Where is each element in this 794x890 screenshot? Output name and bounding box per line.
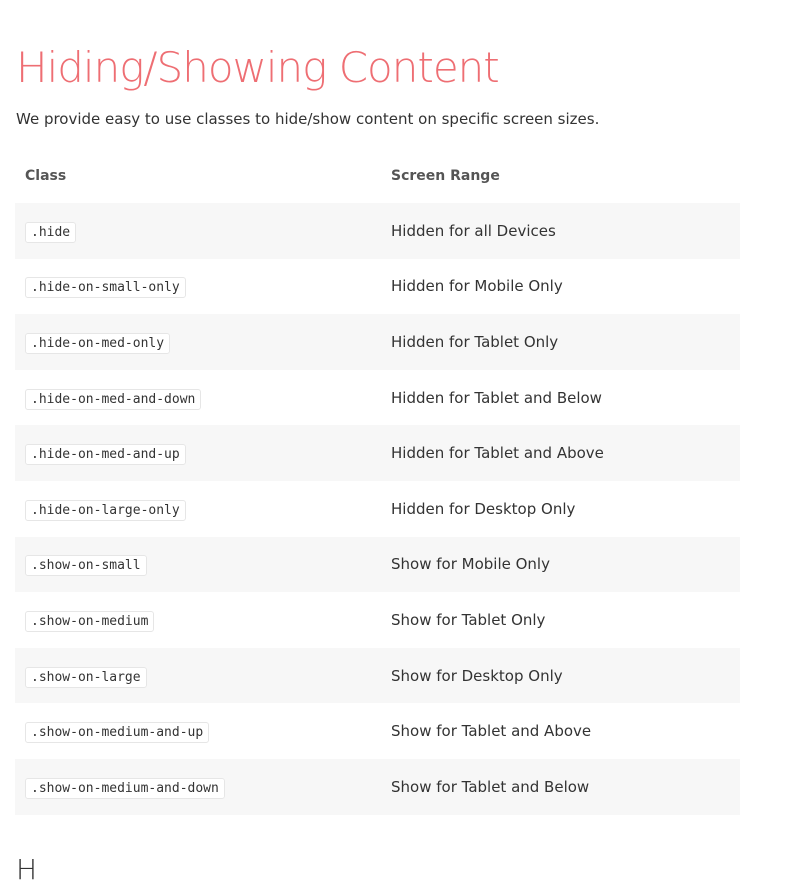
screen-range-cell: Show for Tablet Only	[391, 610, 546, 629]
screen-range-cell: Hidden for Desktop Only	[391, 499, 576, 518]
class-code: .hide-on-large-only	[25, 499, 186, 521]
class-cell: .hide-on-med-and-up	[15, 425, 381, 481]
table-row: .show-on-medium-and-up Show for Tablet a…	[15, 703, 740, 759]
class-cell: .show-on-large	[15, 648, 381, 704]
screen-range-cell: Show for Desktop Only	[391, 666, 563, 685]
table-row: .hide-on-med-and-down Hidden for Tablet …	[15, 370, 740, 426]
table-row: .hide Hidden for all Devices	[15, 203, 740, 259]
class-cell: .show-on-small	[15, 537, 381, 593]
table-row: .show-on-medium Show for Tablet Only	[15, 592, 740, 648]
class-code: .hide-on-med-and-down	[25, 388, 202, 410]
column-header-class: Class	[25, 167, 67, 184]
section-title: Hiding/Showing Content	[16, 43, 500, 92]
screen-range-cell: Hidden for Mobile Only	[391, 277, 563, 296]
table-row: .hide-on-small-only Hidden for Mobile On…	[15, 259, 740, 315]
class-cell: .show-on-medium	[15, 592, 381, 648]
class-code: .show-on-medium-and-up	[25, 722, 210, 744]
class-cell: .hide-on-small-only	[15, 259, 381, 315]
section-intro: We provide easy to use classes to hide/s…	[16, 110, 600, 128]
class-code: .show-on-medium-and-down	[25, 777, 225, 799]
class-cell: .hide-on-med-and-down	[15, 370, 381, 426]
table-row: .hide-on-large-only Hidden for Desktop O…	[15, 481, 740, 537]
screen-range-cell: Show for Mobile Only	[391, 555, 550, 574]
table-row: .show-on-large Show for Desktop Only	[15, 647, 740, 704]
table-row: .hide-on-med-and-up Hidden for Tablet an…	[15, 425, 740, 481]
screen-range-cell: Show for Tablet and Below	[391, 777, 590, 796]
class-code: .hide-on-med-and-up	[25, 444, 186, 466]
class-cell: .hide-on-med-only	[15, 314, 381, 370]
screen-range-cell: Hidden for Tablet and Below	[391, 388, 602, 407]
table-header-row: Class Screen Range	[15, 148, 740, 203]
class-cell: .hide	[15, 203, 381, 259]
next-section-heading: H	[16, 853, 38, 886]
class-code: .hide-on-med-only	[25, 332, 171, 354]
visibility-classes-table: Class Screen Range .hide Hidden for all …	[15, 148, 740, 815]
class-code: .show-on-medium	[25, 610, 155, 632]
class-code: .hide-on-small-only	[25, 277, 186, 299]
screen-range-cell: Hidden for Tablet Only	[391, 332, 559, 351]
class-cell: .show-on-medium-and-up	[15, 703, 381, 759]
table-row: .show-on-small Show for Mobile Only	[15, 536, 740, 593]
column-header-screen-range: Screen Range	[391, 167, 500, 184]
screen-range-cell: Hidden for Tablet and Above	[391, 444, 604, 463]
screen-range-cell: Show for Tablet and Above	[391, 722, 592, 741]
table-row: .show-on-medium-and-down Show for Tablet…	[15, 758, 740, 815]
class-cell: .show-on-medium-and-down	[15, 759, 381, 815]
screen-range-cell: Hidden for all Devices	[391, 221, 556, 240]
class-cell: .hide-on-large-only	[15, 481, 381, 537]
class-code: .show-on-small	[25, 555, 147, 577]
table-row: .hide-on-med-only Hidden for Tablet Only	[15, 314, 740, 370]
class-code: .show-on-large	[25, 666, 147, 688]
class-code: .hide	[25, 221, 77, 243]
